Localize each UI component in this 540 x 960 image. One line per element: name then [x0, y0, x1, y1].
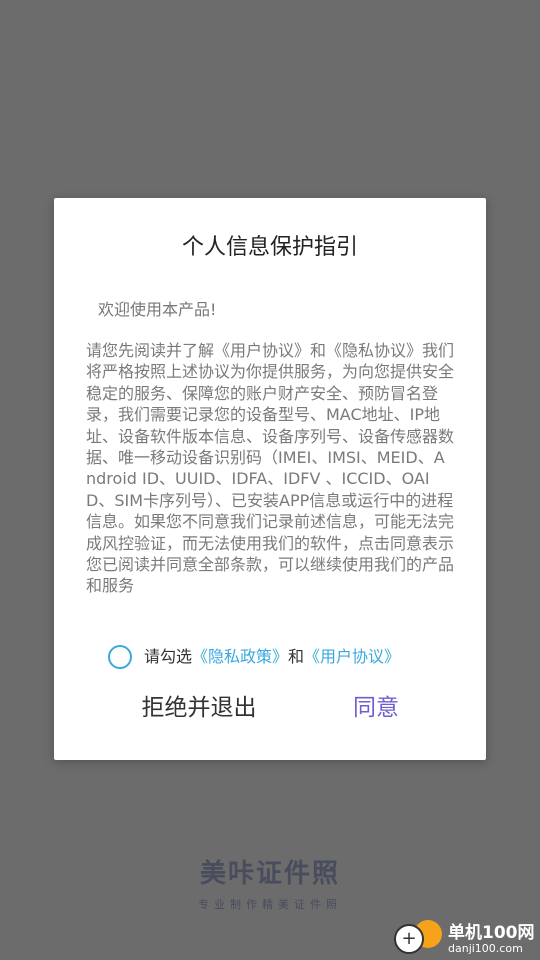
consent-checkbox[interactable]	[108, 645, 132, 669]
consent-prefix: 请勾选	[144, 647, 193, 666]
privacy-body-text: 请您先阅读并了解《用户协议》和《隐私协议》我们将严格按照上述协议为你提供服务，为…	[86, 341, 455, 596]
brand-slogan: 专业制作精美证件照	[198, 898, 342, 911]
privacy-dialog: 个人信息保护指引 欢迎使用本产品! 请您先阅读并了解《用户协议》和《隐私协议》我…	[54, 198, 486, 760]
site-watermark: + 单机100网 danji100.com	[390, 912, 540, 960]
brand-name: 美咔证件照	[199, 859, 340, 889]
user-agreement-link[interactable]: 《用户协议》	[304, 647, 400, 666]
watermark-title: 单机100网	[448, 923, 535, 943]
welcome-text: 欢迎使用本产品!	[98, 300, 217, 319]
agree-button[interactable]: 同意	[316, 686, 436, 730]
consent-conjunction: 和	[288, 647, 305, 666]
privacy-policy-link[interactable]: 《隐私政策》	[192, 647, 288, 666]
reject-exit-button[interactable]: 拒绝并退出	[114, 686, 284, 730]
dialog-title: 个人信息保护指引	[181, 235, 358, 260]
consent-text: 请勾选《隐私政策》和《用户协议》	[144, 646, 400, 668]
watermark-url: danji100.com	[448, 942, 523, 955]
app-brand: 美咔证件照 专业制作精美证件照	[0, 858, 540, 912]
watermark-plus-icon: +	[394, 924, 424, 954]
